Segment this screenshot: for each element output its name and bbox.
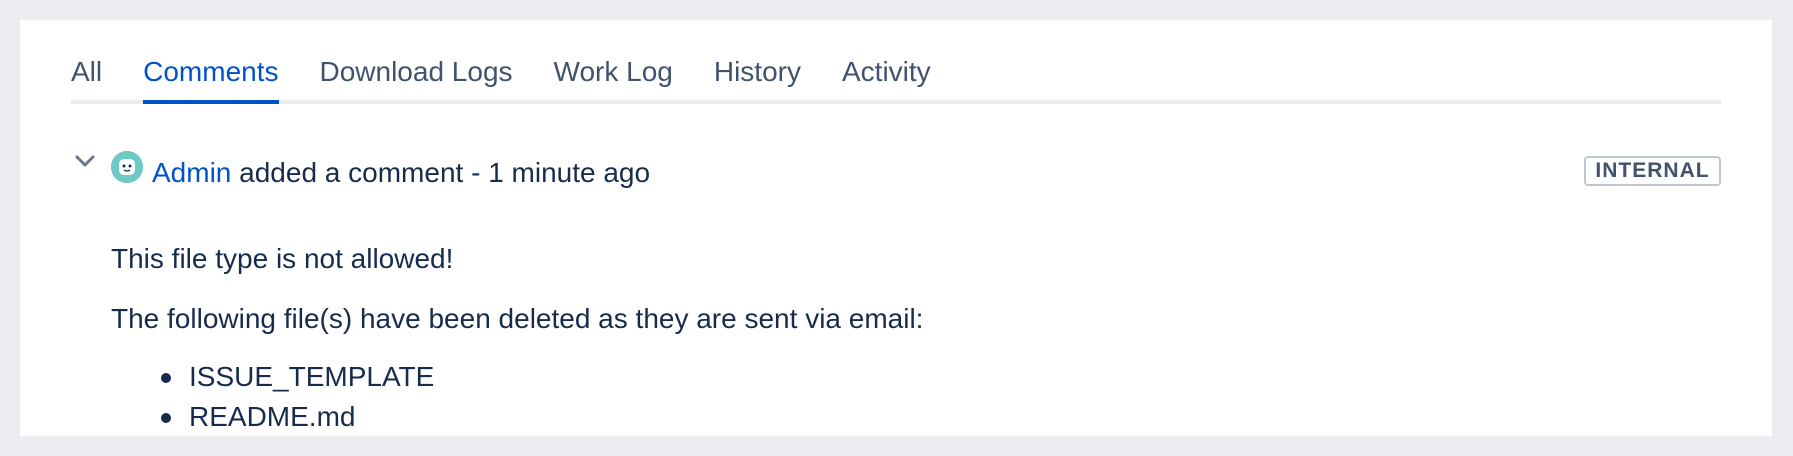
tab-activity[interactable]: Activity <box>842 38 931 100</box>
chevron-down-icon[interactable] <box>71 147 99 175</box>
comment-action: added a comment <box>239 157 464 188</box>
list-item: README.md <box>111 400 434 440</box>
comment-separator: - <box>471 157 481 188</box>
list-item: ISSUE_TEMPLATE <box>111 360 434 400</box>
tab-work-log[interactable]: Work Log <box>554 38 673 100</box>
internal-badge: INTERNAL <box>1584 156 1721 186</box>
deleted-files-list: ISSUE_TEMPLATE README.md <box>111 360 434 440</box>
tab-download-logs[interactable]: Download Logs <box>320 38 513 100</box>
comment-paragraph: The following file(s) have been deleted … <box>111 303 924 334</box>
tab-all[interactable]: All <box>71 38 102 100</box>
activity-tabs: All Comments Download Logs Work Log Hist… <box>71 38 1721 104</box>
comment-paragraph: This file type is not allowed! <box>111 243 454 274</box>
comment-author-link[interactable]: Admin <box>152 157 231 188</box>
comment-header: Admin added a comment - 1 minute ago INT… <box>71 132 1721 192</box>
activity-panel: All Comments Download Logs Work Log Hist… <box>20 20 1772 436</box>
comment-meta: Admin added a comment - 1 minute ago <box>152 156 650 190</box>
tab-comments[interactable]: Comments <box>143 38 279 104</box>
comment-time[interactable]: 1 minute ago <box>488 157 650 188</box>
user-avatar-icon[interactable] <box>111 151 143 183</box>
tab-history[interactable]: History <box>714 38 801 100</box>
